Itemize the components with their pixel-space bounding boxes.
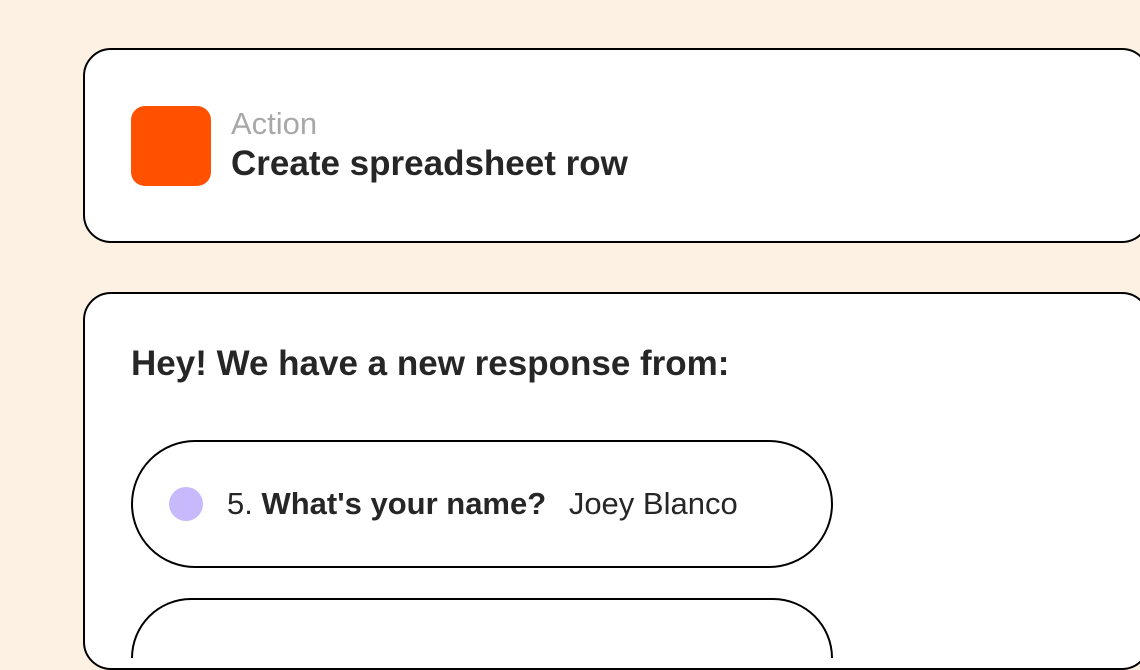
field-number: 5. xyxy=(227,486,253,521)
response-field-pill-next[interactable] xyxy=(131,598,833,658)
field-question: What's your name? xyxy=(261,486,546,521)
response-field-text: 5. What's your name? Joey Blanco xyxy=(227,486,738,522)
action-text-block: Action Create spreadsheet row xyxy=(231,105,628,186)
response-field-pill[interactable]: 5. What's your name? Joey Blanco xyxy=(131,440,833,568)
action-card[interactable]: Action Create spreadsheet row xyxy=(83,48,1140,243)
action-type-label: Action xyxy=(231,105,628,142)
response-card: Hey! We have a new response from: 5. Wha… xyxy=(83,292,1140,670)
response-heading: Hey! We have a new response from: xyxy=(131,344,1102,384)
field-answer: Joey Blanco xyxy=(569,486,738,521)
action-title: Create spreadsheet row xyxy=(231,142,628,186)
action-app-icon xyxy=(131,106,211,186)
field-dot-icon xyxy=(169,487,203,521)
